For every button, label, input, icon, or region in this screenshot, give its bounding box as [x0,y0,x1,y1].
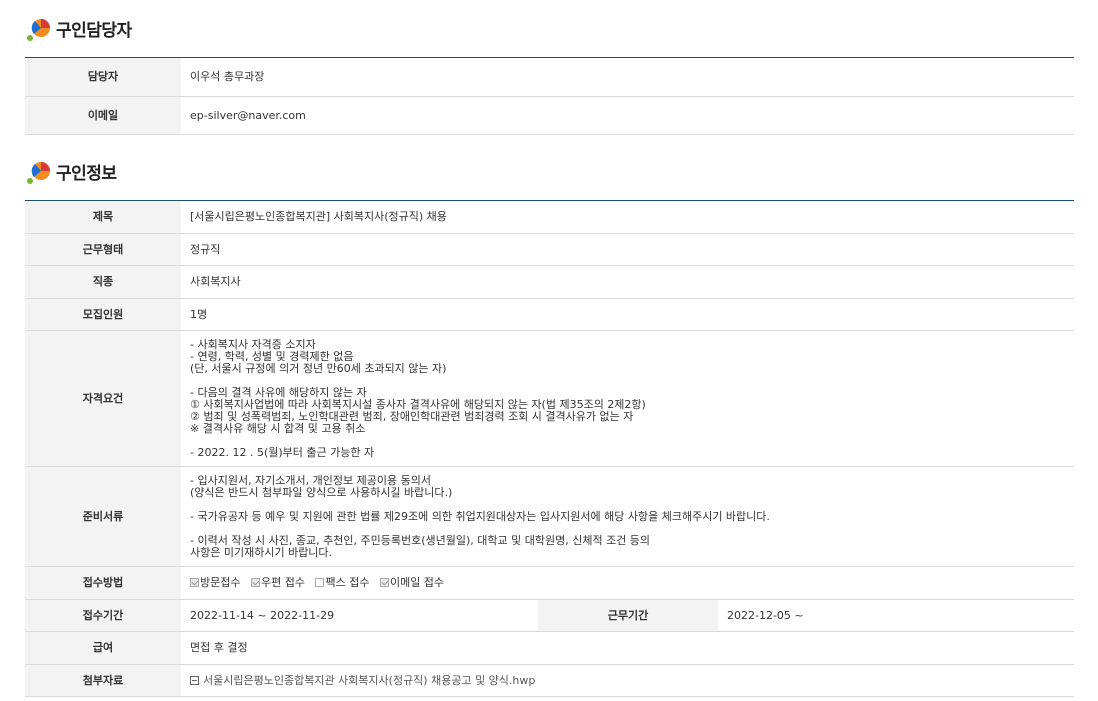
job-section-title: 구인정보 [26,157,117,185]
checkbox-checked-icon [379,578,389,587]
row-label: 모집인원 [25,298,181,331]
checkbox-unchecked-icon [315,578,325,587]
row-label: 자격요건 [25,330,181,467]
row-label: 이메일 [25,96,181,135]
row-label: 급여 [25,631,181,665]
contact-person-value: 이우석 총무과장 [181,57,1074,97]
page: 구인담당자 담당자 이우석 총무과장 이메일 ep-silver@naver.c… [0,0,1098,701]
occupation-value: 사회복지사 [181,265,1074,299]
section-title-text: 구인담당자 [56,20,132,41]
apply-period-value: 2022-11-14 ~ 2022-11-29 [181,599,538,632]
section-logo-icon [26,15,52,41]
contact-table: 담당자 이우석 총무과장 이메일 ep-silver@naver.com [25,57,1074,135]
table-row: 직종 사회복지사 [25,265,1074,299]
contact-section-title: 구인담당자 [26,14,132,42]
table-row: 이메일 ep-silver@naver.com [25,96,1074,135]
apply-option-email: 이메일 접수 [379,576,444,589]
checkbox-checked-icon [190,578,199,587]
file-icon [190,675,199,685]
row-label: 접수기간 [25,599,181,632]
row-label: 준비서류 [25,466,181,567]
apply-option-visit: 방문접수 [190,576,240,589]
section-logo-icon [26,158,52,184]
row-label: 근무기간 [538,599,718,632]
headcount-value: 1명 [181,298,1074,331]
table-row: 자격요건 - 사회복지사 자격증 소지자 - 연령, 학력, 성별 및 경력제한… [25,330,1074,467]
apply-method-options: 방문접수 우편 접수 팩스 접수 이메일 접수 [181,566,1074,600]
row-label: 직종 [25,265,181,299]
table-row: 근무형태 정규직 [25,233,1074,266]
row-label: 제목 [25,200,181,234]
apply-option-fax: 팩스 접수 [315,576,369,589]
table-row: 모집인원 1명 [25,298,1074,331]
apply-option-mail: 우편 접수 [250,576,305,589]
row-label: 첨부자료 [25,664,181,697]
table-row: 첨부자료 서울시립은평노인종합복지관 사회복지사(정규직) 채용공고 및 양식.… [25,664,1074,697]
table-row: 담당자 이우석 총무과장 [25,57,1074,97]
attachment-cell: 서울시립은평노인종합복지관 사회복지사(정규직) 채용공고 및 양식.hwp [181,664,1074,697]
table-row: 준비서류 - 입사지원서, 자기소개서, 개인정보 제공이용 동의서 (양식은 … [25,466,1074,567]
section-title-text: 구인정보 [56,163,117,184]
qualifications-value: - 사회복지사 자격증 소지자 - 연령, 학력, 성별 및 경력제한 없음 (… [181,330,1074,467]
table-row: 접수방법 방문접수 우편 접수 팩스 접수 이메일 접수 [25,566,1074,600]
subject-value: [서울시립은평노인종합복지관] 사회복지사(정규직) 채용 [181,200,1074,234]
table-row: 급여 면접 후 결정 [25,631,1074,665]
attachment-link[interactable]: 서울시립은평노인종합복지관 사회복지사(정규직) 채용공고 및 양식.hwp [203,674,535,687]
work-period-value: 2022-12-05 ~ [718,599,1074,632]
job-table: 제목 [서울시립은평노인종합복지관] 사회복지사(정규직) 채용 근무형태 정규… [25,200,1074,697]
row-label: 접수방법 [25,566,181,600]
contact-email-value: ep-silver@naver.com [181,96,1074,135]
documents-value: - 입사지원서, 자기소개서, 개인정보 제공이용 동의서 (양식은 반드시 첨… [181,466,1074,567]
checkbox-checked-icon [250,578,260,587]
row-label: 담당자 [25,57,181,97]
work-type-value: 정규직 [181,233,1074,266]
salary-value: 면접 후 결정 [181,631,1074,665]
row-label: 근무형태 [25,233,181,266]
table-row: 접수기간 2022-11-14 ~ 2022-11-29 근무기간 2022-1… [25,599,1074,632]
table-row: 제목 [서울시립은평노인종합복지관] 사회복지사(정규직) 채용 [25,200,1074,234]
